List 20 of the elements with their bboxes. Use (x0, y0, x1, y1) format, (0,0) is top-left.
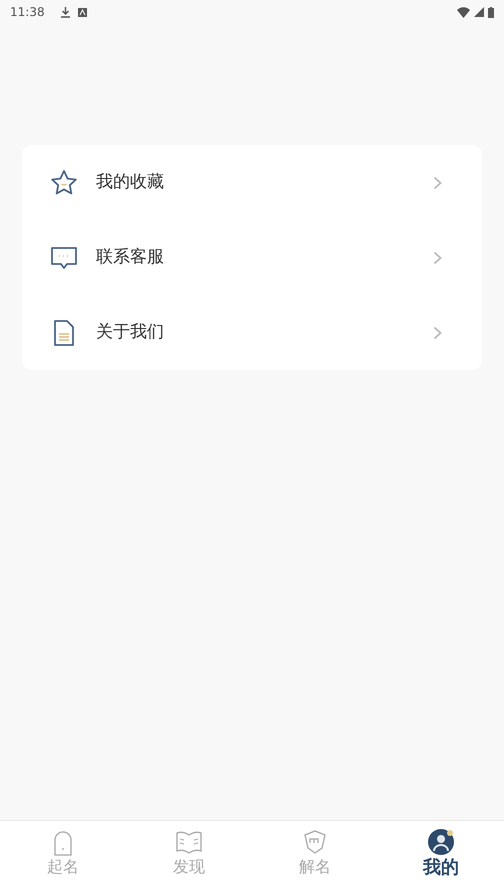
menu-label: 联系客服 (96, 246, 164, 269)
status-time: 11:38 (10, 4, 45, 21)
chevron-right-icon (433, 326, 442, 340)
download-icon (60, 6, 70, 18)
menu-label: 关于我们 (96, 320, 164, 344)
chevron-right-icon (433, 176, 442, 190)
wifi-icon (457, 6, 470, 18)
book-icon (176, 829, 202, 856)
star-icon (50, 168, 78, 196)
menu-item[interactable]: 联系客服 (22, 220, 482, 295)
signal-icon (474, 7, 484, 17)
battery-icon (488, 6, 494, 18)
tab[interactable]: 我的 (378, 821, 504, 896)
shield-icon (302, 829, 328, 856)
chevron-right-icon (433, 250, 442, 264)
avatar-icon (428, 829, 454, 856)
menu-item[interactable]: 我的收藏 (22, 145, 482, 220)
app-notification-icon (78, 8, 87, 16)
menu-label: 我的收藏 (96, 170, 164, 194)
menu-item[interactable]: 关于我们 (22, 295, 482, 370)
